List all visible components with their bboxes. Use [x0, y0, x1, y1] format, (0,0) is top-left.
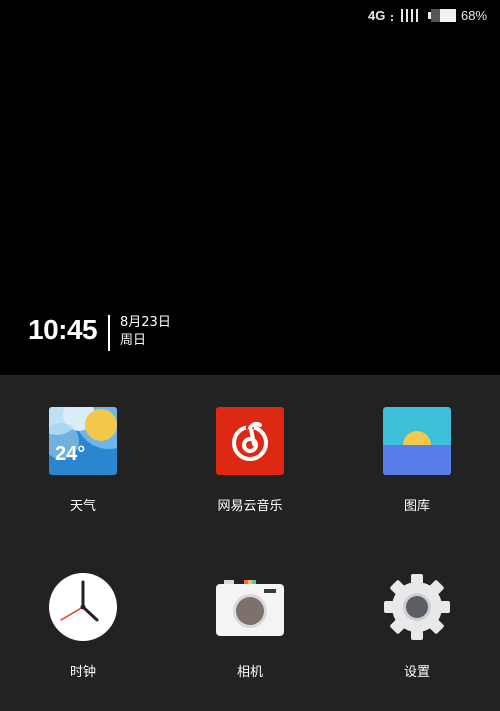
- settings-gear-icon: [383, 573, 451, 641]
- app-label-settings: 设置: [403, 665, 430, 680]
- app-label-netease-music: 网易云音乐: [217, 499, 283, 514]
- app-netease-music[interactable]: 网易云音乐: [180, 407, 320, 527]
- clock-time: 10:45: [28, 314, 98, 345]
- app-label-weather: 天气: [69, 499, 96, 514]
- netease-music-icon: [216, 407, 284, 475]
- app-gallery[interactable]: 图库: [347, 407, 487, 527]
- clock-divider: [108, 315, 110, 351]
- app-label-camera: 相机: [236, 665, 263, 680]
- camera-icon: [216, 573, 284, 641]
- app-weather[interactable]: 24° 天气: [13, 407, 153, 527]
- app-drawer: 24° 天气 网易云音乐 图库 时钟 相机 设置: [0, 375, 500, 711]
- app-label-gallery: 图库: [403, 499, 430, 514]
- clock-icon: [49, 573, 117, 641]
- app-clock[interactable]: 时钟: [13, 573, 153, 693]
- battery-percentage: 68%: [461, 8, 488, 23]
- weather-temperature: 24°: [55, 443, 86, 465]
- battery-icon: [428, 9, 456, 22]
- clock-weekday: 周日: [120, 333, 147, 348]
- signal-strength-icon: [401, 9, 421, 22]
- app-label-clock: 时钟: [69, 665, 96, 680]
- clock-date-block: 8月23日 周日: [120, 314, 171, 350]
- clock-date: 8月23日: [120, 315, 171, 330]
- gallery-icon: [383, 407, 451, 475]
- app-settings[interactable]: 设置: [347, 573, 487, 693]
- data-activity-icon: [391, 15, 394, 21]
- status-bar: 4G 68%: [0, 0, 500, 32]
- network-type: 4G: [368, 8, 386, 23]
- app-camera[interactable]: 相机: [180, 573, 320, 693]
- weather-icon: 24°: [49, 407, 117, 475]
